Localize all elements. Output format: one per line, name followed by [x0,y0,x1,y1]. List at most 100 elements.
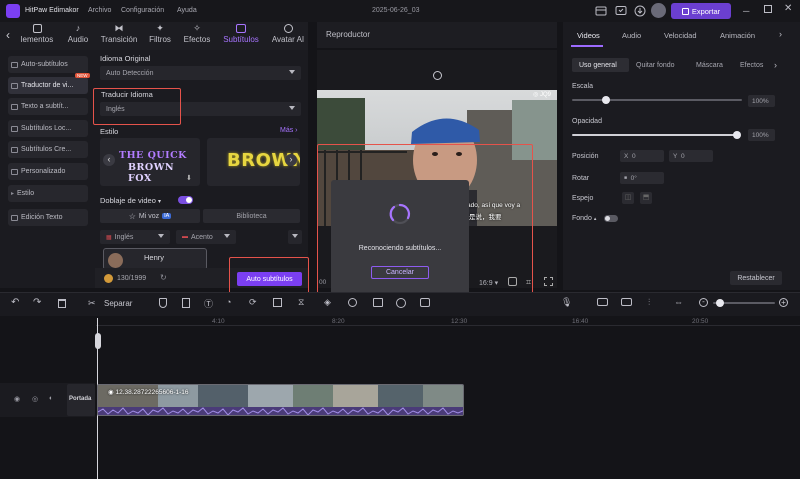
voice-card-henry[interactable]: Henry [103,248,207,270]
tab-transition[interactable]: ⧓ Transición [98,24,140,45]
menu-configuracion[interactable]: Configuración [121,7,164,14]
scale-value[interactable]: 100% [748,95,775,107]
more-link[interactable]: Más › [280,127,298,134]
sidebar-item-style[interactable]: ▸ Estilo [8,185,88,202]
image-tool-icon[interactable] [420,298,430,307]
download-icon[interactable] [634,5,646,17]
my-voice-tab[interactable]: ☆ Mi voz IA [100,209,200,223]
close-icon[interactable]: ✕ [784,3,792,14]
chevron-left-icon[interactable]: ‹ [103,154,115,166]
zoom-out-icon[interactable]: - [699,298,708,307]
playhead-handle[interactable] [95,333,101,349]
avatar-tool-icon[interactable] [396,298,406,308]
video-clip[interactable]: ◉ 12.38.28722265606-1-16 [97,384,464,416]
mute-icon[interactable]: ◐ [49,395,53,402]
sidebar-item-local-subtitles[interactable]: Subtítulos Loc... [8,120,88,137]
coin-icon [104,274,113,283]
undo-icon[interactable]: ↶ [11,297,19,308]
rotate-tool-icon[interactable]: ⟳ [249,297,257,308]
rotate-field[interactable]: ■ 0° [620,172,664,184]
split-label[interactable]: Separar [104,299,132,308]
sidebar-item-create-subtitles[interactable]: Subtítulos Cre... [8,141,88,158]
opacity-slider[interactable] [572,134,740,136]
tab-videos[interactable]: Videos [577,31,600,40]
split-icon[interactable]: ✂ [88,298,96,309]
sidebar-item-custom[interactable]: Personalizado [8,163,88,180]
position-y-field[interactable]: Y 0 [669,150,713,162]
voice-language-dropdown[interactable]: ▦ Inglés [100,230,170,244]
tab-elements[interactable]: lementos [16,24,58,44]
zoom-slider-knob[interactable] [716,299,724,307]
speed-icon[interactable]: ◔ [226,297,231,307]
freeze-icon[interactable]: ◈ [324,297,331,308]
scale-slider-knob[interactable] [602,96,610,104]
tab-animation[interactable]: Animación [720,31,755,40]
rotate-handle-icon[interactable] [433,71,442,80]
shield-icon[interactable] [159,298,167,308]
reset-button[interactable]: Restablecer [730,271,782,285]
flip-horizontal-icon[interactable]: ◫ [622,192,634,204]
minimize-icon[interactable]: ─ [743,6,749,16]
tab-avatar-ai[interactable]: Avatar AI [269,24,307,44]
text-tool-icon[interactable]: Ⓣ [204,297,213,310]
tab-subtitles[interactable]: Subtítulos [219,24,263,44]
sidebar-item-text-to-subtitles[interactable]: Texto a subtít... [8,98,88,115]
feedback-icon[interactable] [615,5,627,17]
style-template-1[interactable]: ‹ THE QUICK BROWN FOX ⬇ [100,138,200,186]
fit-icon[interactable]: ⇔ [674,297,683,307]
crop-tool-icon[interactable] [182,298,190,308]
sidebar-item-edit-text[interactable]: Edición Texto [8,209,88,226]
original-language-dropdown[interactable]: Auto Detección [100,66,301,80]
dubbing-toggle[interactable] [178,196,193,204]
style-template-2[interactable]: BROWN › [207,138,300,186]
tab-audio-props[interactable]: Audio [622,31,641,40]
tab-filters[interactable]: ✦ Filtros [145,24,175,45]
opacity-value[interactable]: 100% [748,129,775,141]
tab-speed[interactable]: Velocidad [664,31,697,40]
subtab-mask[interactable]: Máscara [696,62,723,69]
position-x-field[interactable]: X 0 [620,150,664,162]
tab-audio[interactable]: ♪ Audio [62,24,94,45]
delete-icon[interactable] [58,299,66,308]
chevron-right-icon[interactable]: › [779,29,782,39]
fullscreen-icon[interactable] [544,277,553,286]
background-toggle[interactable] [604,215,618,222]
chevron-right-icon[interactable]: › [774,60,777,70]
subtab-effects[interactable]: Efectos [740,62,763,69]
sidebar-item-video-translator[interactable]: Traductor de vi... [8,77,88,94]
zoom-in-icon[interactable]: + [779,298,788,307]
target-icon[interactable] [348,298,357,307]
microphone-icon[interactable]: 🎙 [561,297,572,308]
mirror-tool-icon[interactable]: ⧖ [298,297,304,308]
chevron-left-icon[interactable]: ‹ [6,28,10,42]
subtab-general[interactable]: Uso general [579,62,617,69]
flag-icon: ▦ [106,234,112,241]
refresh-icon[interactable]: ↻ [160,273,167,282]
chevron-right-icon[interactable]: › [285,154,297,166]
snap-icon[interactable]: ⫶ [648,297,650,308]
opacity-slider-knob[interactable] [733,131,741,139]
library-tab[interactable]: Biblioteca [203,209,300,223]
subtab-remove-bg[interactable]: Quitar fondo [636,62,675,69]
magnet-icon[interactable] [621,298,632,306]
sidebar-item-auto-subtitles[interactable]: Auto-subtítulos [8,56,88,73]
more-options-dropdown[interactable] [288,230,302,244]
download-icon[interactable]: ⬇ [186,174,192,182]
redo-icon[interactable]: ↷ [33,297,41,308]
export-button[interactable]: Exportar [671,3,731,19]
subtitle-tool-icon[interactable] [373,298,383,307]
menu-archivo[interactable]: Archivo [88,7,111,14]
tab-effects[interactable]: ✧ Efectos [181,24,213,45]
gift-icon[interactable] [595,5,607,17]
resize-icon[interactable] [273,298,282,307]
cover-thumbnail[interactable]: Portada [67,384,95,416]
maximize-icon[interactable] [764,5,772,13]
scale-slider[interactable] [572,99,742,101]
visibility-icon[interactable]: ◉ [14,395,20,403]
eye-icon[interactable]: ◎ [32,395,38,403]
menu-ayuda[interactable]: Ayuda [177,7,197,14]
link-icon[interactable] [597,298,608,306]
flip-vertical-icon[interactable]: ⬒ [640,192,652,204]
user-avatar[interactable] [651,3,666,18]
accent-dropdown[interactable]: ▬ Acento [176,230,236,244]
